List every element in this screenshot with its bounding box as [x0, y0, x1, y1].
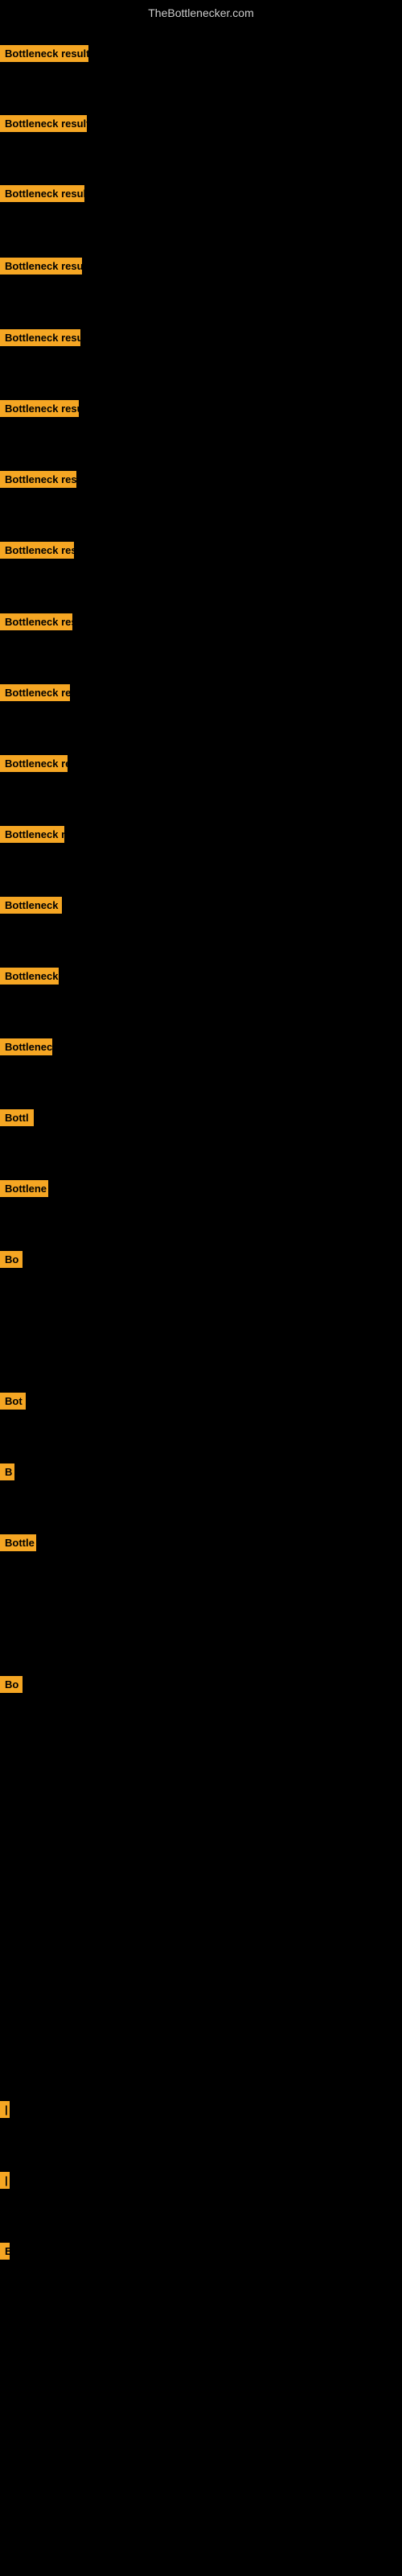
bottleneck-result-6[interactable]: Bottleneck result [0, 400, 79, 421]
bottleneck-badge-22: Bo [0, 1676, 23, 1693]
bottleneck-badge-20: B [0, 1463, 14, 1480]
bottleneck-result-4[interactable]: Bottleneck result [0, 258, 82, 279]
bottleneck-result-5[interactable]: Bottleneck result [0, 329, 80, 350]
bottleneck-result-2[interactable]: Bottleneck result [0, 115, 87, 136]
bottleneck-badge-14: Bottleneck re [0, 968, 59, 985]
bottleneck-badge-7: Bottleneck result [0, 471, 76, 488]
bottleneck-result-10[interactable]: Bottleneck result [0, 684, 70, 705]
bottleneck-result-13[interactable]: Bottleneck res [0, 897, 62, 918]
bottleneck-result-1[interactable]: Bottleneck result [0, 45, 88, 66]
bottleneck-result-11[interactable]: Bottleneck resu [0, 755, 68, 776]
bottleneck-result-17[interactable]: Bottlene [0, 1180, 48, 1201]
bottleneck-result-22[interactable]: Bo [0, 1676, 23, 1697]
bottleneck-badge-24: | [0, 2172, 10, 2189]
bottleneck-badge-3: Bottleneck result [0, 185, 84, 202]
bottleneck-badge-6: Bottleneck result [0, 400, 79, 417]
bottleneck-badge-5: Bottleneck result [0, 329, 80, 346]
bottleneck-badge-13: Bottleneck res [0, 897, 62, 914]
bottleneck-result-7[interactable]: Bottleneck result [0, 471, 76, 492]
bottleneck-result-23[interactable]: | [0, 2101, 10, 2122]
bottleneck-badge-2: Bottleneck result [0, 115, 87, 132]
site-title: TheBottlenecker.com [0, 0, 402, 26]
bottleneck-result-21[interactable]: Bottle [0, 1534, 36, 1555]
bottleneck-badge-1: Bottleneck result [0, 45, 88, 62]
bottleneck-result-24[interactable]: | [0, 2172, 10, 2193]
bottleneck-badge-10: Bottleneck result [0, 684, 70, 701]
bottleneck-badge-15: Bottlenec [0, 1038, 52, 1055]
bottleneck-result-18[interactable]: Bo [0, 1251, 23, 1272]
bottleneck-result-8[interactable]: Bottleneck result [0, 542, 74, 563]
bottleneck-badge-16: Bottl [0, 1109, 34, 1126]
bottleneck-badge-25: E [0, 2243, 10, 2260]
bottleneck-badge-8: Bottleneck result [0, 542, 74, 559]
bottleneck-badge-21: Bottle [0, 1534, 36, 1551]
bottleneck-result-16[interactable]: Bottl [0, 1109, 34, 1130]
bottleneck-badge-12: Bottleneck res [0, 826, 64, 843]
bottleneck-badge-9: Bottleneck result [0, 613, 72, 630]
bottleneck-result-14[interactable]: Bottleneck re [0, 968, 59, 989]
bottleneck-result-15[interactable]: Bottlenec [0, 1038, 52, 1059]
bottleneck-badge-11: Bottleneck resu [0, 755, 68, 772]
bottleneck-result-25[interactable]: E [0, 2243, 10, 2264]
bottleneck-badge-18: Bo [0, 1251, 23, 1268]
bottleneck-result-12[interactable]: Bottleneck res [0, 826, 64, 847]
bottleneck-badge-23: | [0, 2101, 10, 2118]
bottleneck-badge-4: Bottleneck result [0, 258, 82, 275]
bottleneck-result-9[interactable]: Bottleneck result [0, 613, 72, 634]
bottleneck-result-20[interactable]: B [0, 1463, 14, 1484]
bottleneck-result-3[interactable]: Bottleneck result [0, 185, 84, 206]
bottleneck-result-19[interactable]: Bot [0, 1393, 26, 1414]
bottleneck-badge-19: Bot [0, 1393, 26, 1410]
bottleneck-badge-17: Bottlene [0, 1180, 48, 1197]
